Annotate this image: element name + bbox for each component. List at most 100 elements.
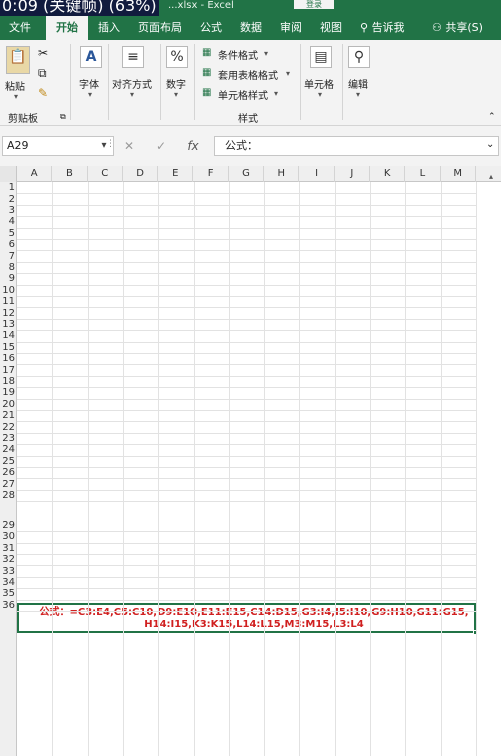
column-header-i[interactable]: I	[299, 166, 335, 182]
row-header-10[interactable]: 10	[0, 285, 17, 296]
row-header-28[interactable]: 28	[0, 490, 17, 501]
row-header-8[interactable]: 8	[0, 262, 17, 273]
paste-dropdown-icon[interactable]: ▾	[14, 92, 18, 101]
format-painter-icon[interactable]: ✎	[38, 86, 48, 100]
paste-button[interactable]: 粘贴	[5, 78, 25, 93]
row-header-16[interactable]: 16	[0, 353, 17, 364]
scroll-up-icon[interactable]: ▴	[484, 172, 498, 184]
tell-me-box[interactable]: ⚲ 告诉我	[360, 16, 405, 40]
editing-button[interactable]: 编辑	[348, 76, 368, 91]
row-header-30[interactable]: 30	[0, 531, 17, 542]
row-header-35[interactable]: 35	[0, 588, 17, 599]
column-header-a[interactable]: A	[17, 166, 53, 182]
row-header-31[interactable]: 31	[0, 543, 17, 554]
row-header-25[interactable]: 25	[0, 456, 17, 467]
confirm-icon[interactable]: ✓	[150, 136, 172, 156]
row-header-3[interactable]: 3	[0, 205, 17, 216]
tab-home[interactable]: 开始	[46, 16, 88, 40]
cells-button[interactable]: 单元格	[304, 76, 334, 91]
row-header-20[interactable]: 20	[0, 399, 17, 410]
format-table-dropdown-icon[interactable]: ▾	[286, 69, 290, 78]
font-dropdown-icon[interactable]: ▾	[88, 90, 92, 99]
row-header-23[interactable]: 23	[0, 433, 17, 444]
row-header-29[interactable]: 29	[0, 520, 17, 531]
cut-icon[interactable]: ✂	[38, 46, 48, 60]
row-header-34[interactable]: 34	[0, 577, 17, 588]
column-header-b[interactable]: B	[52, 166, 88, 182]
conditional-format-dropdown-icon[interactable]: ▾	[264, 49, 268, 58]
expand-formula-bar-icon[interactable]: ⌄	[486, 139, 494, 150]
row-header-12[interactable]: 12	[0, 308, 17, 319]
row-header-13[interactable]: 13	[0, 319, 17, 330]
font-icon[interactable]: A	[80, 46, 102, 68]
format-as-table-button[interactable]: 套用表格格式	[218, 67, 278, 82]
tab-formulas[interactable]: 公式	[194, 16, 228, 40]
row-header-6[interactable]: 6	[0, 239, 17, 250]
row-header-21[interactable]: 21	[0, 410, 17, 421]
tab-view[interactable]: 视图	[314, 16, 348, 40]
number-button[interactable]: 数字	[166, 76, 186, 91]
row-header-9[interactable]: 9	[0, 273, 17, 284]
row-header-11[interactable]: 11	[0, 296, 17, 307]
tab-data[interactable]: 数据	[234, 16, 268, 40]
percent-icon[interactable]: %	[166, 46, 188, 68]
cell-styles-dropdown-icon[interactable]: ▾	[274, 89, 278, 98]
number-dropdown-icon[interactable]: ▾	[174, 90, 178, 99]
row-header-19[interactable]: 19	[0, 387, 17, 398]
row-header-5[interactable]: 5	[0, 228, 17, 239]
conditional-format-button[interactable]: 条件格式	[218, 47, 258, 62]
column-header-j[interactable]: J	[335, 166, 370, 182]
column-header-k[interactable]: K	[370, 166, 406, 182]
copy-icon[interactable]: ⧉	[38, 66, 47, 81]
insert-function-icon[interactable]: fx	[182, 136, 204, 156]
row-header-17[interactable]: 17	[0, 365, 17, 376]
share-button[interactable]: ⚇ 共享(S)	[432, 16, 483, 40]
cancel-icon[interactable]: ✕	[118, 136, 140, 156]
collapse-ribbon-icon[interactable]: ⌃	[488, 112, 496, 122]
formula-input[interactable]: 公式：	[214, 136, 499, 156]
cells-icon[interactable]: ▤	[310, 46, 332, 68]
tab-file[interactable]: 文件	[0, 16, 40, 40]
selected-cell-a29[interactable]: 公式：=C3:E4,C5:C10,D9:E10,E11:E15,C14:D15,…	[17, 603, 478, 635]
worksheet-grid[interactable]: ABCDEFGHIJKLM 1 2 3 4 5 6 7 8 9 10 11 12 13 14 15 16 17 1…	[0, 166, 501, 756]
column-gridline	[475, 182, 477, 756]
alignment-dropdown-icon[interactable]: ▾	[130, 90, 134, 99]
row-header-7[interactable]: 7	[0, 251, 17, 262]
row-header-15[interactable]: 15	[0, 342, 17, 353]
column-header-m[interactable]: M	[441, 166, 476, 182]
row-header-32[interactable]: 32	[0, 554, 17, 565]
search-icon[interactable]: ⚲	[348, 46, 370, 68]
paste-icon[interactable]: 📋	[6, 46, 30, 74]
row-header-4[interactable]: 4	[0, 216, 17, 227]
tab-insert[interactable]: 插入	[92, 16, 126, 40]
editing-dropdown-icon[interactable]: ▾	[356, 90, 360, 99]
sign-in-button[interactable]: 登录	[294, 0, 334, 9]
row-header-33[interactable]: 33	[0, 566, 17, 577]
column-header-g[interactable]: G	[229, 166, 265, 182]
column-header-f[interactable]: F	[194, 166, 229, 182]
alignment-button[interactable]: 对齐方式	[112, 76, 152, 91]
row-header-2[interactable]: 2	[0, 194, 17, 205]
column-header-h[interactable]: H	[264, 166, 300, 182]
tab-page-layout[interactable]: 页面布局	[132, 16, 188, 40]
column-header-d[interactable]: D	[123, 166, 159, 182]
row-header-1[interactable]: 1	[0, 182, 17, 193]
cell-styles-button[interactable]: 单元格样式	[218, 87, 268, 102]
tab-review[interactable]: 审阅	[274, 16, 308, 40]
dialog-launcher-icon[interactable]: ⧉	[60, 112, 66, 122]
column-header-c[interactable]: C	[88, 166, 123, 182]
align-icon[interactable]: ≡	[122, 46, 144, 68]
cells-dropdown-icon[interactable]: ▾	[318, 90, 322, 99]
column-header-e[interactable]: E	[158, 166, 194, 182]
row-header-18[interactable]: 18	[0, 376, 17, 387]
column-header-l[interactable]: L	[405, 166, 441, 182]
select-all-button[interactable]	[0, 166, 17, 182]
row-header-24[interactable]: 24	[0, 444, 17, 455]
row-header-22[interactable]: 22	[0, 422, 17, 433]
row-header-14[interactable]: 14	[0, 330, 17, 341]
font-button[interactable]: 字体	[79, 76, 99, 91]
row-header-36[interactable]: 36	[0, 600, 17, 611]
row-header-26[interactable]: 26	[0, 467, 17, 478]
row-header-27[interactable]: 27	[0, 479, 17, 490]
vertical-scrollbar[interactable]: ▴	[484, 172, 498, 746]
